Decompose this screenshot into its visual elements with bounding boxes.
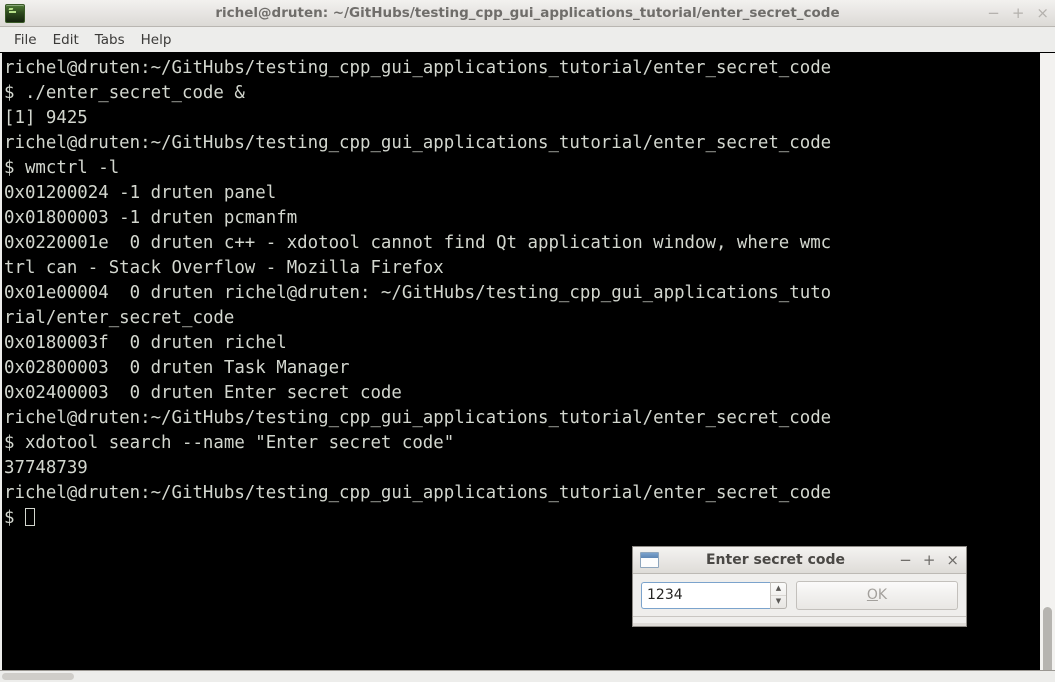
secret-code-spinbox[interactable]: ▲ ▼ — [641, 581, 787, 609]
terminal-menubar: File Edit Tabs Help — [0, 27, 1055, 53]
terminal-line: $ wmctrl -l — [4, 158, 120, 178]
terminal-window-title: richel@druten: ~/GitHubs/testing_cpp_gui… — [215, 5, 840, 21]
terminal-line: richel@druten:~/GitHubs/testing_cpp_gui_… — [4, 483, 832, 503]
terminal-line: 37748739 — [4, 458, 88, 478]
secret-code-input[interactable] — [641, 581, 770, 609]
maximize-icon[interactable]: + — [1012, 5, 1025, 21]
enter-secret-code-dialog: Enter secret code − + × ▲ ▼ OK — [632, 546, 967, 627]
terminal-line: $ ./enter_secret_code & — [4, 83, 245, 103]
ok-button-accel: O — [866, 587, 878, 603]
ok-button-label-rest: K — [877, 587, 888, 603]
scrollbar-thumb[interactable] — [1043, 607, 1052, 670]
terminal-line: 0x0180003f 0 druten richel — [4, 333, 287, 353]
window-icon — [640, 552, 659, 568]
spinner-up-icon[interactable]: ▲ — [771, 583, 786, 596]
terminal-line: $ xdotool search --name "Enter secret co… — [4, 433, 455, 453]
menu-item-tabs[interactable]: Tabs — [90, 30, 136, 50]
dialog-window-controls: − + × — [899, 547, 959, 573]
terminal-line: 0x02400003 0 druten Enter secret code — [4, 383, 402, 403]
terminal-line: 0x02800003 0 druten Task Manager — [4, 358, 350, 378]
dialog-titlebar[interactable]: Enter secret code − + × — [633, 547, 966, 574]
terminal-line: 0x0220001e 0 druten c++ - xdotool cannot… — [4, 233, 832, 253]
dialog-close-icon[interactable]: × — [946, 552, 959, 568]
terminal-window-controls: − + × — [987, 0, 1049, 26]
terminal-vertical-scrollbar[interactable] — [1039, 53, 1055, 670]
prompt-symbol: $ — [4, 508, 25, 528]
menu-item-edit[interactable]: Edit — [48, 30, 90, 50]
minimize-icon[interactable]: − — [987, 5, 1000, 21]
terminal-line: richel@druten:~/GitHubs/testing_cpp_gui_… — [4, 58, 832, 78]
spinner-buttons: ▲ ▼ — [770, 581, 787, 609]
terminal-line: richel@druten:~/GitHubs/testing_cpp_gui_… — [4, 408, 832, 428]
terminal-line: rial/enter_secret_code — [4, 308, 235, 328]
dialog-content: ▲ ▼ OK — [633, 574, 966, 616]
terminal-line: 0x01e00004 0 druten richel@druten: ~/Git… — [4, 283, 832, 303]
close-icon[interactable]: × — [1036, 5, 1049, 21]
terminal-cursor — [24, 508, 35, 526]
spinner-down-icon[interactable]: ▼ — [771, 596, 786, 608]
terminal-output: richel@druten:~/GitHubs/testing_cpp_gui_… — [3, 54, 1039, 531]
menu-item-help[interactable]: Help — [136, 30, 183, 50]
terminal-titlebar[interactable]: richel@druten: ~/GitHubs/testing_cpp_gui… — [0, 0, 1055, 27]
dialog-minimize-icon[interactable]: − — [899, 552, 912, 568]
terminal-line: richel@druten:~/GitHubs/testing_cpp_gui_… — [4, 133, 832, 153]
terminal-bottom-scrollbar[interactable] — [0, 670, 1055, 682]
terminal-line: 0x01800003 -1 druten pcmanfm — [4, 208, 298, 228]
scrollbar-thumb-horizontal[interactable] — [2, 673, 74, 680]
dialog-title: Enter secret code — [705, 552, 846, 568]
terminal-icon — [5, 3, 25, 23]
ok-button[interactable]: OK — [796, 580, 958, 610]
dialog-bottom-strip — [633, 616, 966, 626]
terminal-prompt-line: $ — [4, 506, 1039, 531]
terminal-line: 0x01200024 -1 druten panel — [4, 183, 277, 203]
menu-item-file[interactable]: File — [9, 30, 48, 50]
dialog-maximize-icon[interactable]: + — [923, 552, 936, 568]
terminal-line: trl can - Stack Overflow - Mozilla Firef… — [4, 258, 444, 278]
terminal-line: [1] 9425 — [4, 108, 88, 128]
